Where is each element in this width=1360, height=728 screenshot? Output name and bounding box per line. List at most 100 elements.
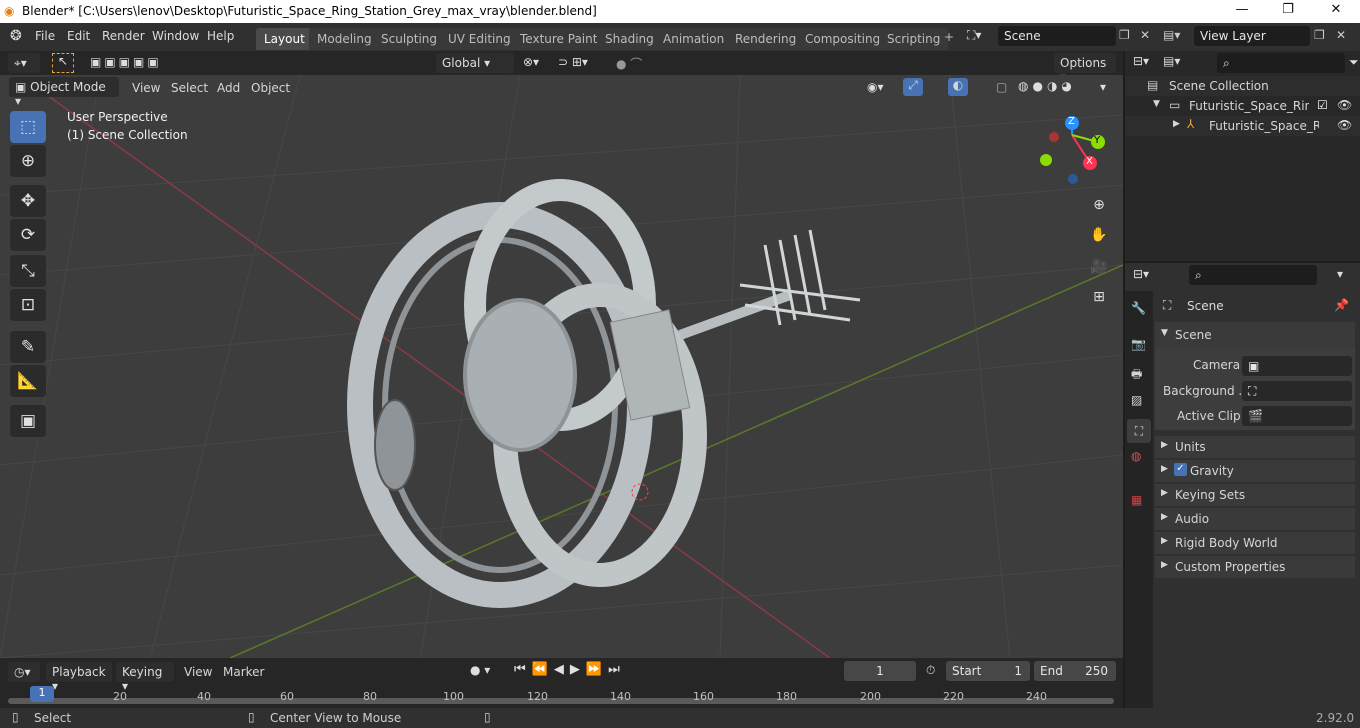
outliner-row-root[interactable]: ▤ Scene Collection [1125,76,1360,96]
tab-texture-paint[interactable]: Texture Paint [512,28,606,50]
add-cube-tool-icon[interactable]: ▣ [10,405,46,437]
playback-dropdown[interactable]: Playback ▾ [46,662,112,693]
menu-edit[interactable]: Edit [67,29,90,43]
background-scene-field[interactable]: ⛶ [1242,381,1352,401]
editor-type-icon[interactable]: ⌖▾ [8,53,40,73]
properties-options-icon[interactable]: ▾ [1337,267,1343,281]
units-section[interactable]: ▶ Units [1155,436,1355,458]
expand-arrow-icon[interactable]: ▼ [1153,99,1160,109]
more-tabs-icon[interactable]: + [944,30,954,44]
rotate-tool-icon[interactable]: ⟳ [10,219,46,251]
options-dropdown[interactable]: Options ▾ [1054,53,1116,84]
render-tab-icon[interactable]: 📷 [1131,337,1146,351]
outliner-editor-type-icon[interactable]: ⊟▾ [1133,54,1149,68]
filter-icon[interactable]: ⏷ [1349,55,1359,70]
outliner-search-input[interactable]: ⌕ [1217,53,1345,73]
scene-name-field[interactable]: Scene [998,26,1116,46]
tool-tab-icon[interactable]: 🔧 [1131,301,1146,315]
scale-tool-icon[interactable]: ⤡ [10,255,46,287]
xray-icon[interactable]: ▢ [996,80,1007,94]
new-scene-icon[interactable]: ❐ [1119,28,1130,42]
transform-tool-icon[interactable]: ⊡ [10,289,46,321]
menu-window[interactable]: Window [152,29,199,43]
end-frame-field[interactable]: End 250 [1034,661,1116,681]
menu-file[interactable]: File [35,29,55,43]
tab-compositing[interactable]: Compositing [797,28,889,50]
playhead-marker[interactable]: 1 [30,686,54,702]
maximize-button[interactable]: ❐ [1268,2,1308,20]
delete-scene-icon[interactable]: ✕ [1140,28,1150,42]
pin-icon[interactable]: 📌 [1334,298,1349,312]
gravity-section[interactable]: ▶ ✓ Gravity [1155,460,1355,482]
cursor-tool-icon[interactable]: ⊕ [10,145,46,177]
shading-options-icon[interactable]: ▾ [1100,80,1106,94]
keying-sets-section[interactable]: ▶ Keying Sets [1155,484,1355,506]
snap-icon[interactable]: ⊃ ⊞▾ [558,55,588,69]
tab-modeling[interactable]: Modeling [309,28,380,50]
close-button[interactable]: ✕ [1316,2,1356,20]
properties-editor-type-icon[interactable]: ⊟▾ [1133,267,1149,281]
tab-shading[interactable]: Shading [597,28,662,50]
collection-checkbox-icon[interactable]: ☑ [1317,98,1328,112]
select-tool-icon[interactable]: ↖ [52,53,74,73]
view-layer-field[interactable]: View Layer [1194,26,1310,46]
object-eye-icon[interactable]: 👁 [1337,118,1352,132]
outliner-row-object[interactable]: ▶ ⅄ Futuristic_Space_Rir 👁 [1125,116,1360,136]
audio-section[interactable]: ▶ Audio [1155,508,1355,530]
camera-field[interactable]: ▣ [1242,356,1352,376]
zoom-icon[interactable]: ⊕ [1087,193,1111,217]
gizmo-toggle-icon[interactable]: ⤢ [903,78,923,96]
tab-uv-editing[interactable]: UV Editing [440,28,519,50]
keying-dropdown[interactable]: Keying ▾ [116,662,174,693]
timeline-editor-type-icon[interactable]: ◷▾ [8,662,40,682]
menu-object[interactable]: Object [251,81,290,95]
measure-tool-icon[interactable]: 📐 [10,365,46,397]
output-tab-icon[interactable]: 🖶 [1131,365,1142,386]
visibility-icon[interactable]: ◉▾ [867,80,884,94]
annotate-tool-icon[interactable]: ✎ [10,331,46,363]
view-layer-tab-icon[interactable]: ▨ [1131,393,1142,407]
start-frame-field[interactable]: Start 1 [946,661,1030,681]
delete-view-layer-icon[interactable]: ✕ [1336,28,1346,42]
pivot-point-icon[interactable]: ⊗▾ [523,55,539,69]
ortho-grid-icon[interactable]: ⊞ [1087,285,1111,309]
new-view-layer-icon[interactable]: ❐ [1314,28,1325,42]
menu-help[interactable]: Help [207,29,234,43]
tab-sculpting[interactable]: Sculpting [373,28,446,50]
transform-orientation-dropdown[interactable]: Global ▾ [436,53,514,73]
custom-properties-section[interactable]: ▶ Custom Properties [1155,556,1355,578]
blender-menu-icon[interactable]: ❂ [10,28,22,44]
display-mode-icon[interactable]: ▤▾ [1163,54,1180,68]
playback-controls-icons[interactable]: ⏮⏪◀▶⏩⏭ [514,662,626,677]
menu-view[interactable]: View [132,81,160,95]
tab-rendering[interactable]: Rendering [727,28,805,50]
camera-view-icon[interactable]: 🎥 [1087,255,1111,279]
scene-selector-icon[interactable]: ⛶▾ [967,28,981,43]
stopwatch-icon[interactable]: ⏱ [926,663,935,678]
collapse-arrow-icon[interactable]: ▶ [1173,119,1180,129]
tab-scripting[interactable]: Scripting [879,28,949,50]
menu-select[interactable]: Select [171,81,208,95]
tab-layout[interactable]: Layout [256,28,313,50]
3d-viewport[interactable]: Z Y X ▣ Object Mode ▾ View Select Add Ob… [0,75,1123,658]
overlay-toggle-icon[interactable]: ◐ [948,78,968,96]
menu-add[interactable]: Add [217,81,240,95]
shading-mode-icons[interactable]: ◍●◑◕ [1018,79,1076,93]
record-icon[interactable]: ● ▾ [470,663,490,677]
timeline-menu-view[interactable]: View [184,665,212,679]
scene-panel-header[interactable]: ▼ Scene [1155,322,1355,348]
timeline-menu-marker[interactable]: Marker [223,665,264,679]
active-clip-field[interactable]: 🎬 [1242,406,1352,426]
select-box-tool-icon[interactable]: ⬚ [10,111,46,143]
gravity-checkbox[interactable]: ✓ [1174,463,1187,476]
texture-tab-icon[interactable]: ▦ [1131,493,1142,507]
selection-mode-icons[interactable]: ▣▣▣▣▣ [90,55,162,69]
tab-animation[interactable]: Animation [655,28,733,50]
move-tool-icon[interactable]: ✥ [10,185,46,217]
properties-search-input[interactable]: ⌕ [1189,265,1317,285]
space-station-model[interactable] [347,179,861,608]
world-tab-icon[interactable]: ◍ [1131,449,1141,463]
menu-render[interactable]: Render [102,29,145,43]
pan-hand-icon[interactable]: ✋ [1087,223,1111,247]
outliner-row-collection[interactable]: ▼ ▭ Futuristic_Space_Ring_St ☑ 👁 [1125,96,1360,116]
